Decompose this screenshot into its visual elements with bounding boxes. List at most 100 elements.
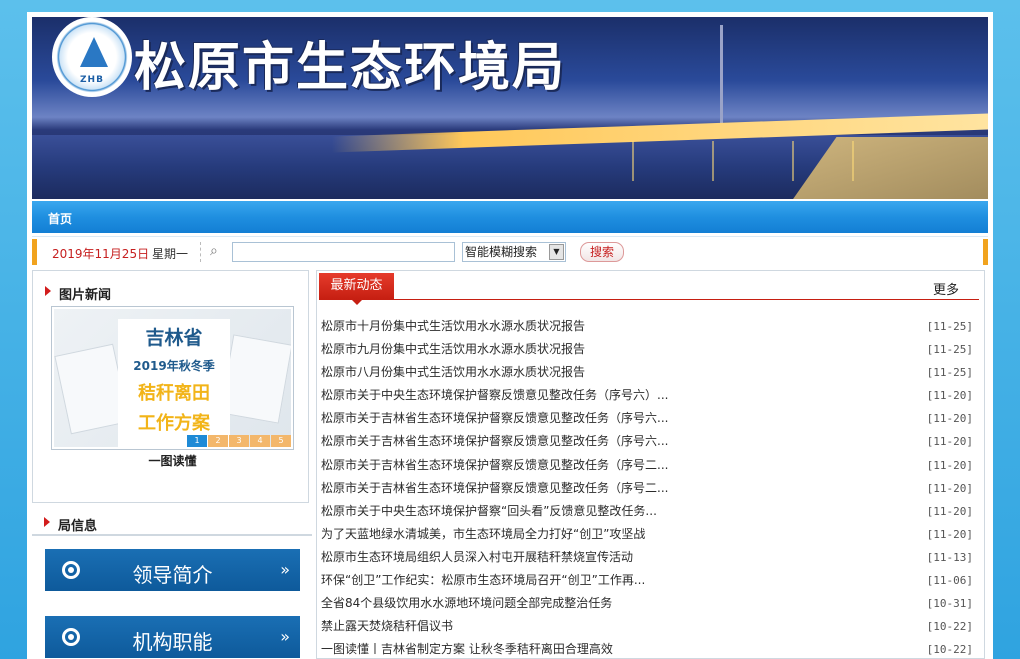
news-item[interactable]: 松原市关于吉林省生态环境保护督察反馈意见整改任务（序号二... [11-20] xyxy=(321,477,973,500)
double-chevron-icon: » xyxy=(280,627,290,646)
slide-text-line: 吉林省 xyxy=(145,327,203,349)
slide-pager: 1 2 3 4 5 xyxy=(186,435,291,447)
news-title-link[interactable]: 松原市关于中央生态环境保护督察“回头看”反馈意见整改任务... xyxy=(321,500,657,523)
news-date: [10-22] xyxy=(926,643,973,657)
photo-slideshow[interactable]: 吉林省 2019年秋冬季 秸秆离田 工作方案 1 2 3 4 5 xyxy=(51,306,294,450)
news-title-link[interactable]: 松原市关于吉林省生态环境保护督察反馈意见整改任务（序号二... xyxy=(321,477,668,500)
news-date: [11-20] xyxy=(926,412,973,426)
chevron-down-icon[interactable]: ▼ xyxy=(549,244,564,260)
news-title-link[interactable]: 禁止露天焚烧秸秆倡议书 xyxy=(321,615,453,638)
slide-dot[interactable]: 2 xyxy=(208,435,228,447)
photo-news-panel: 图片新闻 吉林省 2019年秋冬季 秸秆离田 工作方案 1 2 3 4 5 一图… xyxy=(32,270,309,503)
news-item[interactable]: 禁止露天焚烧秸秆倡议书 [10-22] xyxy=(321,615,973,638)
news-title-link[interactable]: 松原市九月份集中式生活饮用水水源水质状况报告 xyxy=(321,338,585,361)
leadership-button[interactable]: 领导简介 » xyxy=(45,549,300,591)
news-item[interactable]: 松原市九月份集中式生活饮用水水源水质状况报告 [11-25] xyxy=(321,338,973,361)
news-title-link[interactable]: 松原市十月份集中式生活饮用水水源水质状况报告 xyxy=(321,315,585,338)
news-date: [11-25] xyxy=(926,343,973,357)
news-item[interactable]: 松原市十月份集中式生活饮用水水源水质状况报告 [11-25] xyxy=(321,315,973,338)
header-banner: ZHB 松原市生态环境局 xyxy=(32,17,988,199)
slide-text-line: 工作方案 xyxy=(138,413,210,434)
slide-dot[interactable]: 4 xyxy=(250,435,270,447)
news-item[interactable]: 松原市关于中央生态环境保护督察“回头看”反馈意见整改任务... [11-20] xyxy=(321,500,973,523)
slide-dot[interactable]: 3 xyxy=(229,435,249,447)
slide-dot[interactable]: 1 xyxy=(187,435,207,447)
news-date: [10-22] xyxy=(926,620,973,634)
tab-latest-news[interactable]: 最新动态 xyxy=(319,273,394,305)
toolbar: 2019年11月25日 星期一 ⌕ 智能模糊搜索 ▼ 搜索 xyxy=(32,236,988,266)
news-title-link[interactable]: 松原市生态环境局组织人员深入村屯开展秸秆禁烧宣传活动 xyxy=(321,546,633,569)
news-title-link[interactable]: 松原市关于吉林省生态环境保护督察反馈意见整改任务（序号二... xyxy=(321,454,668,477)
news-item[interactable]: 为了天蓝地绿水清城美，市生态环境局全力打好“创卫”攻坚战 [11-20] xyxy=(321,523,973,546)
news-item[interactable]: 松原市生态环境局组织人员深入村屯开展秸秆禁烧宣传活动 [11-13] xyxy=(321,546,973,569)
news-title-link[interactable]: 环保“创卫”工作纪实：松原市生态环境局召开“创卫”工作再... xyxy=(321,569,645,592)
news-title-link[interactable]: 松原市关于吉林省生态环境保护督察反馈意见整改任务（序号六... xyxy=(321,407,668,430)
search-mode-select[interactable]: 智能模糊搜索 ▼ xyxy=(462,242,566,262)
news-item[interactable]: 松原市八月份集中式生活饮用水水源水质状况报告 [11-25] xyxy=(321,361,973,384)
news-item[interactable]: 全省84个县级饮用水水源地环境问题全部完成整治任务 [10-31] xyxy=(321,592,973,615)
toolbar-right-edge xyxy=(983,239,988,265)
news-date: [11-25] xyxy=(926,366,973,380)
news-item[interactable]: 松原市关于吉林省生态环境保护督察反馈意见整改任务（序号六... [11-20] xyxy=(321,407,973,430)
light-reflection xyxy=(852,141,854,181)
latest-news-panel: 最新动态 更多 松原市十月份集中式生活饮用水水源水质状况报告 [11-25] 松原市… xyxy=(316,270,985,659)
photo-caption[interactable]: 一图读懂 xyxy=(51,452,294,469)
search-input[interactable] xyxy=(232,242,455,262)
bureau-info-heading: 局信息 xyxy=(44,515,97,534)
news-date: [10-31] xyxy=(926,597,973,611)
news-date: [11-20] xyxy=(926,458,973,472)
tower-silhouette xyxy=(720,25,723,125)
news-date: [11-25] xyxy=(926,320,973,333)
search-mode-value: 智能模糊搜索 xyxy=(465,245,538,259)
news-item[interactable]: 松原市关于中央生态环境保护督察反馈意见整改任务（序号六）... [11-20] xyxy=(321,384,973,407)
news-title-link[interactable]: 一图读懂丨吉林省制定方案 让秋冬季秸秆离田合理高效 xyxy=(321,638,613,659)
zhb-logo[interactable]: ZHB xyxy=(52,17,132,97)
nav-item-home[interactable]: 首页 xyxy=(48,210,72,227)
photo-news-heading: 图片新闻 xyxy=(45,284,111,303)
news-title-link[interactable]: 全省84个县级饮用水水源地环境问题全部完成整治任务 xyxy=(321,592,612,615)
news-title-link[interactable]: 松原市关于吉林省生态环境保护督察反馈意见整改任务（序号六... xyxy=(321,430,668,453)
page-container: ZHB 松原市生态环境局 首页 2019年11月25日 星期一 ⌕ 智能模糊搜索… xyxy=(27,12,993,659)
slide-image[interactable]: 吉林省 2019年秋冬季 秸秆离田 工作方案 1 2 3 4 5 xyxy=(54,309,291,447)
news-title-link[interactable]: 松原市八月份集中式生活饮用水水源水质状况报告 xyxy=(321,361,585,384)
divider xyxy=(32,534,312,536)
news-list: 松原市十月份集中式生活饮用水水源水质状况报告 [11-25] 松原市九月份集中式生活… xyxy=(321,315,973,659)
search-button[interactable]: 搜索 xyxy=(580,242,624,262)
section-bullet-icon xyxy=(44,517,50,527)
double-chevron-icon: » xyxy=(280,560,290,579)
light-reflection xyxy=(792,141,794,181)
news-item[interactable]: 一图读懂丨吉林省制定方案 让秋冬季秸秆离田合理高效 [10-22] xyxy=(321,638,973,659)
main-nav: 首页 xyxy=(32,201,988,233)
paper-graphic xyxy=(219,334,291,424)
news-date: [11-20] xyxy=(926,435,973,449)
toolbar-left-edge xyxy=(32,239,37,265)
news-item[interactable]: 环保“创卫”工作纪实：松原市生态环境局召开“创卫”工作再... [11-06] xyxy=(321,569,973,592)
news-date: [11-20] xyxy=(926,389,973,403)
slide-dot[interactable]: 5 xyxy=(271,435,291,447)
news-date: [11-20] xyxy=(926,481,973,495)
slide-text-line: 秸秆离田 xyxy=(138,383,210,404)
button-label: 领导简介 xyxy=(132,563,213,587)
light-reflection xyxy=(632,141,634,181)
news-date: [11-20] xyxy=(926,527,973,541)
button-label: 机构职能 xyxy=(132,630,213,654)
light-reflection xyxy=(712,141,714,181)
slide-card: 吉林省 2019年秋冬季 秸秆离田 工作方案 xyxy=(118,319,230,447)
news-date: [11-13] xyxy=(926,550,973,564)
section-bullet-icon xyxy=(45,286,51,296)
current-weekday: 星期一 xyxy=(152,247,189,261)
more-link[interactable]: 更多 xyxy=(933,279,959,298)
divider xyxy=(200,242,201,262)
news-item[interactable]: 松原市关于吉林省生态环境保护督察反馈意见整改任务（序号六... [11-20] xyxy=(321,430,973,453)
news-date: [11-20] xyxy=(926,504,973,518)
bureau-info-panel: 局信息 领导简介 » 机构职能 » xyxy=(32,507,312,659)
functions-button[interactable]: 机构职能 » xyxy=(45,616,300,658)
news-title-link[interactable]: 松原市关于中央生态环境保护督察反馈意见整改任务（序号六）... xyxy=(321,384,668,407)
current-date: 2019年11月25日 xyxy=(52,247,150,261)
news-title-link[interactable]: 为了天蓝地绿水清城美，市生态环境局全力打好“创卫”攻坚战 xyxy=(321,523,645,546)
divider xyxy=(319,299,979,300)
news-item[interactable]: 松原市关于吉林省生态环境保护督察反馈意见整改任务（序号二... [11-20] xyxy=(321,454,973,477)
search-icon: ⌕ xyxy=(210,243,218,259)
site-title: 松原市生态环境局 xyxy=(134,38,567,98)
logo-mountain-icon xyxy=(80,37,108,67)
